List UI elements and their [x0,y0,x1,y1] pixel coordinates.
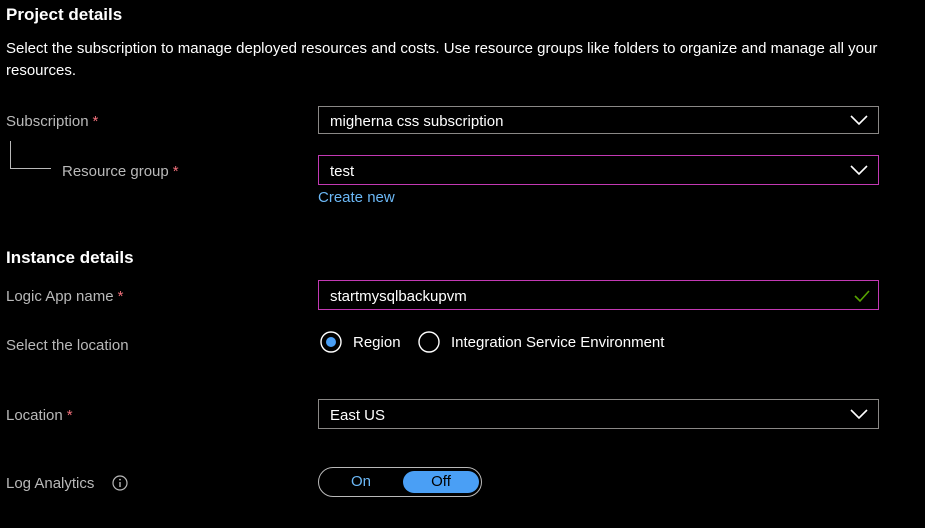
location-label: Location * [6,407,73,424]
required-marker: * [66,407,73,424]
toggle-off-option[interactable]: Off [403,471,479,493]
location-value: East US [330,407,386,424]
resource-group-label: Resource group * [62,163,179,180]
radio-integration-service-environment[interactable] [418,331,440,353]
log-analytics-label: Log Analytics [6,475,95,492]
chevron-down-icon [850,165,868,176]
logic-app-create-form: Project details Select the subscription … [0,0,925,528]
tree-connector-horizontal [10,168,51,169]
tree-connector-vertical [10,141,11,168]
subscription-value: migherna css subscription [330,113,504,130]
logic-app-name-label: Logic App name * [6,288,123,305]
location-dropdown[interactable]: East US [318,399,879,429]
info-icon[interactable] [112,475,128,491]
required-marker: * [117,288,124,305]
required-marker: * [92,113,99,130]
checkmark-icon [854,290,870,303]
radio-region[interactable] [320,331,342,353]
subscription-label-text: Subscription [6,113,89,130]
required-marker: * [172,163,179,180]
subscription-label: Subscription * [6,113,98,130]
radio-region-label[interactable]: Region [353,334,401,351]
chevron-down-icon [850,409,868,420]
project-details-description: Select the subscription to manage deploy… [6,40,878,79]
project-details-heading: Project details [6,5,123,24]
location-label-text: Location [6,407,63,424]
subscription-dropdown[interactable]: migherna css subscription [318,106,879,134]
log-analytics-toggle[interactable]: On Off [318,467,482,497]
create-new-resource-group-link[interactable]: Create new [318,189,395,206]
resource-group-dropdown[interactable]: test [318,155,879,185]
resource-group-label-text: Resource group [62,163,169,180]
toggle-on-option[interactable]: On [321,470,401,494]
select-location-label: Select the location [6,337,129,354]
logic-app-name-label-text: Logic App name [6,288,114,305]
radio-ise-label[interactable]: Integration Service Environment [451,334,664,351]
logic-app-name-input[interactable]: startmysqlbackupvm [318,280,879,310]
chevron-down-icon [850,115,868,126]
instance-details-heading: Instance details [6,248,134,267]
resource-group-value: test [330,163,355,180]
logic-app-name-value: startmysqlbackupvm [330,288,467,305]
